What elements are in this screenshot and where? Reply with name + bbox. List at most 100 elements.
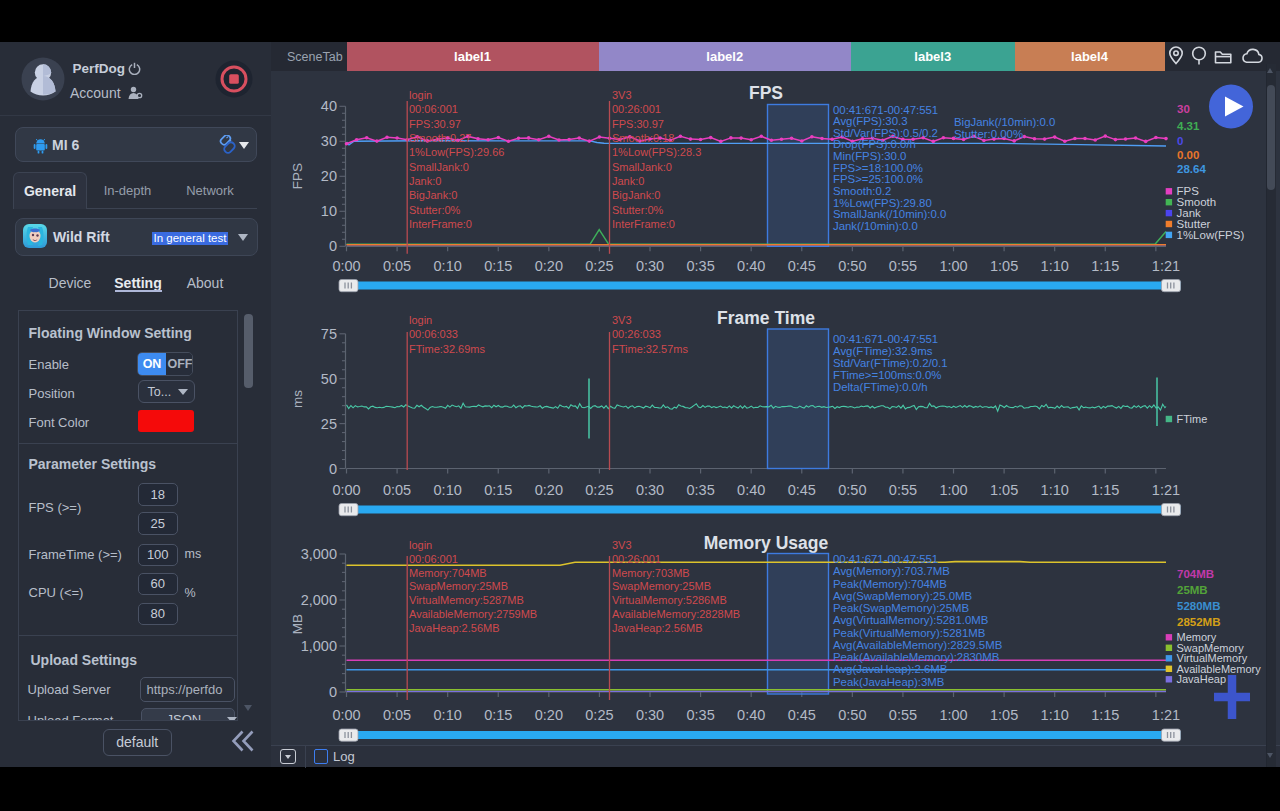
svg-text:Smooth:0.27: Smooth:0.27 [409, 132, 471, 144]
svg-text:10: 10 [321, 203, 337, 219]
svg-text:Frame Time: Frame Time [717, 308, 815, 328]
svg-text:Peak(AvailableMemory):2830MB: Peak(AvailableMemory):2830MB [833, 651, 999, 663]
svg-text:AvailableMemory:2759MB: AvailableMemory:2759MB [409, 608, 537, 620]
svg-text:1%Low(FPS):29.66: 1%Low(FPS):29.66 [409, 146, 504, 158]
svg-text:28.64: 28.64 [1177, 163, 1206, 175]
svg-text:1,000: 1,000 [301, 638, 337, 654]
svg-text:0: 0 [329, 684, 337, 700]
svg-text:AvailableMemory:2828MB: AvailableMemory:2828MB [612, 608, 740, 620]
svg-text:1:00: 1:00 [939, 258, 967, 274]
svg-text:login: login [409, 314, 432, 326]
svg-text:0:15: 0:15 [484, 258, 512, 274]
svg-text:00:06:001: 00:06:001 [409, 553, 458, 565]
svg-text:00:41:671-00:47:551: 00:41:671-00:47:551 [833, 553, 938, 565]
svg-text:login: login [409, 89, 432, 101]
svg-text:Jank:0: Jank:0 [612, 175, 644, 187]
svg-text:JavaHeap: JavaHeap [1177, 673, 1227, 685]
svg-text:0:35: 0:35 [686, 482, 714, 498]
svg-text:0:25: 0:25 [585, 258, 613, 274]
svg-text:SmallJank(/10min):0.0: SmallJank(/10min):0.0 [833, 208, 946, 220]
svg-text:Peak(Memory):704MB: Peak(Memory):704MB [833, 578, 947, 590]
svg-text:Avg(FTime):32.9ms: Avg(FTime):32.9ms [833, 345, 933, 357]
svg-text:Jank:0: Jank:0 [409, 175, 441, 187]
svg-text:VirtualMemory:5286MB: VirtualMemory:5286MB [612, 594, 727, 606]
svg-text:1:10: 1:10 [1041, 707, 1069, 723]
svg-text:FTime:32.69ms: FTime:32.69ms [409, 343, 486, 355]
svg-text:00:06:001: 00:06:001 [409, 103, 458, 115]
svg-text:JavaHeap:2.56MB: JavaHeap:2.56MB [612, 622, 703, 634]
svg-text:00:26:001: 00:26:001 [612, 553, 661, 565]
svg-text:SwapMemory:25MB: SwapMemory:25MB [409, 580, 508, 592]
svg-text:Avg(JavaHeap):2.6MB: Avg(JavaHeap):2.6MB [833, 663, 947, 675]
svg-text:Smooth:0.2: Smooth:0.2 [833, 185, 891, 197]
svg-text:ms: ms [290, 390, 305, 408]
svg-text:0:05: 0:05 [383, 258, 411, 274]
svg-text:704MB: 704MB [1177, 568, 1214, 580]
svg-text:2,000: 2,000 [301, 592, 337, 608]
svg-text:1:15: 1:15 [1091, 482, 1119, 498]
svg-text:1:21: 1:21 [1152, 707, 1180, 723]
svg-text:Stutter:0.00%: Stutter:0.00% [954, 128, 1023, 140]
svg-text:FTime: FTime [1177, 413, 1208, 425]
svg-text:0:25: 0:25 [585, 482, 613, 498]
svg-text:BigJank:0: BigJank:0 [409, 189, 457, 201]
svg-text:0:40: 0:40 [737, 707, 765, 723]
svg-text:Smooth:0.18: Smooth:0.18 [612, 132, 674, 144]
svg-text:75: 75 [321, 326, 337, 342]
svg-text:Avg(AvailableMemory):2829.5MB: Avg(AvailableMemory):2829.5MB [833, 639, 1002, 651]
svg-text:0:10: 0:10 [434, 258, 462, 274]
svg-text:0:45: 0:45 [788, 707, 816, 723]
svg-text:0:10: 0:10 [434, 707, 462, 723]
svg-text:0:20: 0:20 [535, 707, 563, 723]
svg-text:1%Low(FPS):29.80: 1%Low(FPS):29.80 [833, 197, 932, 209]
svg-text:0:40: 0:40 [737, 482, 765, 498]
svg-text:40: 40 [321, 98, 337, 114]
svg-text:3V3: 3V3 [612, 539, 632, 551]
svg-text:0:15: 0:15 [484, 482, 512, 498]
svg-text:InterFrame:0: InterFrame:0 [612, 218, 675, 230]
svg-text:FPS:30.97: FPS:30.97 [409, 118, 461, 130]
svg-text:Avg(FPS):30.3: Avg(FPS):30.3 [833, 115, 908, 127]
svg-text:login: login [409, 539, 432, 551]
svg-text:00:41:671-00:47:551: 00:41:671-00:47:551 [833, 104, 938, 116]
svg-text:0:10: 0:10 [434, 482, 462, 498]
svg-text:2852MB: 2852MB [1177, 616, 1220, 628]
svg-text:0:00: 0:00 [332, 482, 360, 498]
svg-text:VirtualMemory:5287MB: VirtualMemory:5287MB [409, 594, 524, 606]
svg-text:Avg(SwapMemory):25.0MB: Avg(SwapMemory):25.0MB [833, 590, 972, 602]
svg-text:Jank(/10min):0.0: Jank(/10min):0.0 [833, 220, 918, 232]
svg-text:Avg(VirtualMemory):5281.0MB: Avg(VirtualMemory):5281.0MB [833, 614, 988, 626]
svg-text:MB: MB [290, 614, 305, 634]
svg-text:0:25: 0:25 [585, 707, 613, 723]
svg-text:BigJank:0: BigJank:0 [612, 189, 660, 201]
svg-text:1:05: 1:05 [990, 482, 1018, 498]
svg-text:SmallJank:0: SmallJank:0 [409, 161, 469, 173]
svg-text:1:21: 1:21 [1152, 482, 1180, 498]
svg-text:Memory Usage: Memory Usage [704, 533, 829, 553]
svg-text:0:20: 0:20 [535, 482, 563, 498]
svg-text:0: 0 [1177, 135, 1183, 147]
svg-text:SwapMemory:25MB: SwapMemory:25MB [612, 580, 711, 592]
svg-text:Std/Var(FPS):0.5/0.2: Std/Var(FPS):0.5/0.2 [833, 127, 938, 139]
svg-text:50: 50 [321, 371, 337, 387]
svg-text:0:00: 0:00 [332, 258, 360, 274]
svg-text:Avg(Memory):703.7MB: Avg(Memory):703.7MB [833, 565, 950, 577]
svg-text:1:10: 1:10 [1041, 482, 1069, 498]
svg-text:0: 0 [329, 238, 337, 254]
svg-text:FTime>=100ms:0.0%: FTime>=100ms:0.0% [833, 369, 941, 381]
svg-text:0:05: 0:05 [383, 482, 411, 498]
svg-text:00:26:001: 00:26:001 [612, 103, 661, 115]
svg-text:Peak(VirtualMemory):5281MB: Peak(VirtualMemory):5281MB [833, 627, 985, 639]
svg-text:0: 0 [329, 461, 337, 477]
svg-text:0:50: 0:50 [838, 707, 866, 723]
svg-text:0:50: 0:50 [838, 482, 866, 498]
svg-text:1:21: 1:21 [1152, 258, 1180, 274]
svg-text:0:05: 0:05 [383, 707, 411, 723]
svg-text:0:15: 0:15 [484, 707, 512, 723]
svg-text:0:20: 0:20 [535, 258, 563, 274]
svg-text:FPS:30.97: FPS:30.97 [612, 118, 664, 130]
svg-text:JavaHeap:2.56MB: JavaHeap:2.56MB [409, 622, 500, 634]
svg-text:FPS: FPS [290, 163, 305, 189]
svg-text:Min(FPS):30.0: Min(FPS):30.0 [833, 150, 906, 162]
svg-text:0:45: 0:45 [788, 482, 816, 498]
